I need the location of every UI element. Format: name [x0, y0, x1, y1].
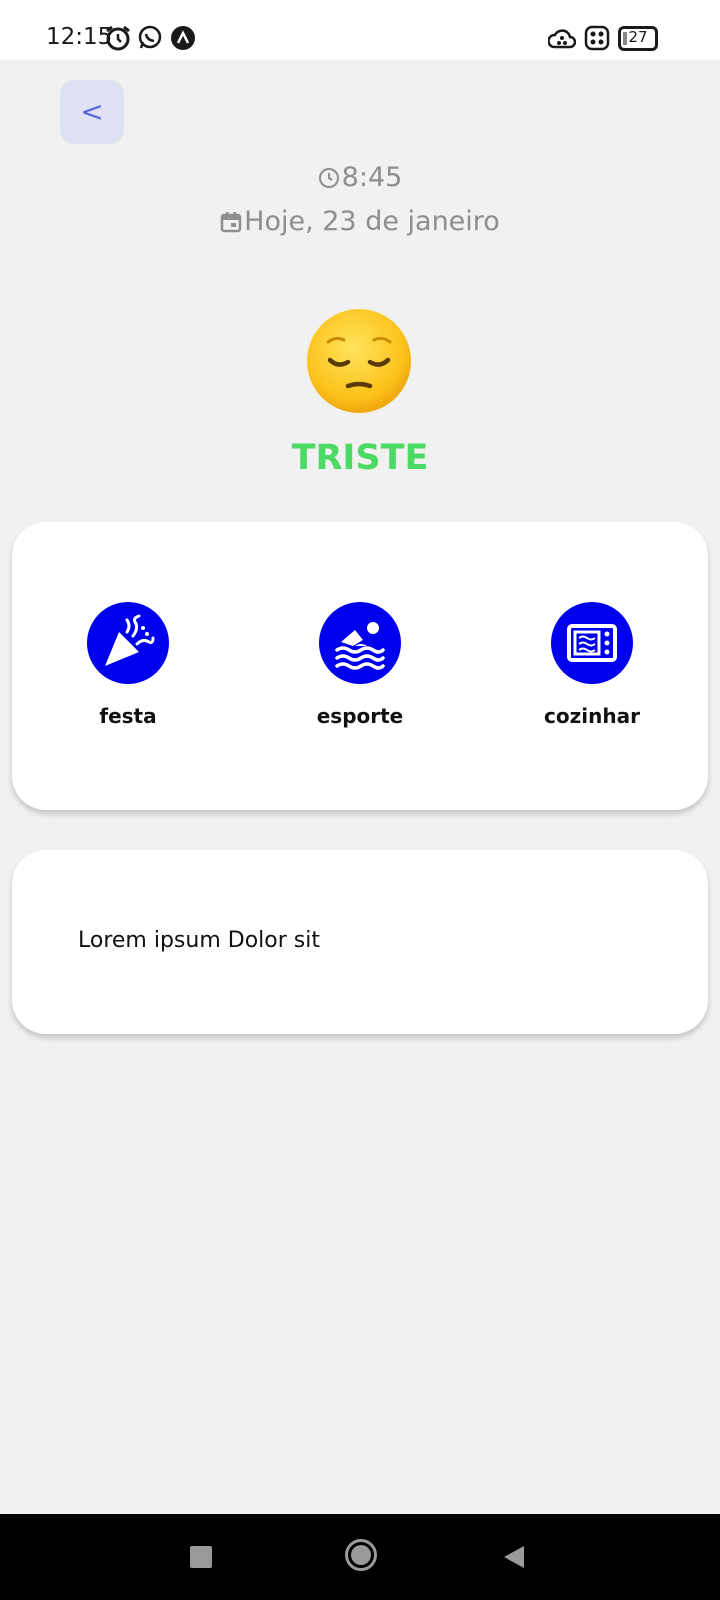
grid-icon: [584, 25, 610, 51]
swimming-icon: [335, 622, 385, 670]
note-card: Lorem ipsum Dolor sit: [12, 850, 708, 1034]
microwave-icon: [567, 624, 617, 662]
mood-label: TRISTE: [291, 438, 429, 478]
back-icon[interactable]: [502, 1544, 526, 1570]
activity-label: festa: [99, 704, 157, 728]
alarm-icon: [106, 25, 130, 51]
entry-time-text: 8:45: [341, 162, 403, 193]
entry-date: Hoje, 23 de janeiro: [0, 206, 720, 237]
status-bar: 12:15 27: [0, 0, 720, 60]
system-nav-bar: [0, 1514, 720, 1600]
pensive-face-icon: [307, 309, 411, 413]
calendar-icon: [220, 212, 242, 233]
activity-icon-circle: [319, 602, 401, 684]
battery-icon: 27: [618, 26, 658, 51]
cloud-icon: [548, 29, 576, 49]
battery-level: 27: [628, 28, 648, 46]
activity-icon-circle: [551, 602, 633, 684]
activity-icon-circle: [87, 602, 169, 684]
activities-card: festa esporte cozinhar: [12, 522, 708, 810]
back-button[interactable]: <: [60, 80, 124, 144]
activity-cozinhar[interactable]: cozinhar: [512, 602, 672, 728]
entry-time: 8:45: [0, 162, 720, 193]
app-notification-icon: [171, 26, 195, 50]
party-popper-icon: [105, 614, 155, 666]
activity-esporte[interactable]: esporte: [280, 602, 440, 728]
note-text: Lorem ipsum Dolor sit: [78, 928, 320, 953]
activity-label: esporte: [316, 704, 404, 728]
entry-date-text: Hoje, 23 de janeiro: [244, 206, 500, 237]
recents-icon[interactable]: [190, 1546, 212, 1568]
status-time: 12:15: [46, 24, 113, 50]
clock-icon: [318, 168, 339, 188]
home-icon[interactable]: [344, 1538, 378, 1572]
whatsapp-icon: [138, 25, 162, 49]
activity-label: cozinhar: [544, 704, 640, 728]
activity-festa[interactable]: festa: [48, 602, 208, 728]
